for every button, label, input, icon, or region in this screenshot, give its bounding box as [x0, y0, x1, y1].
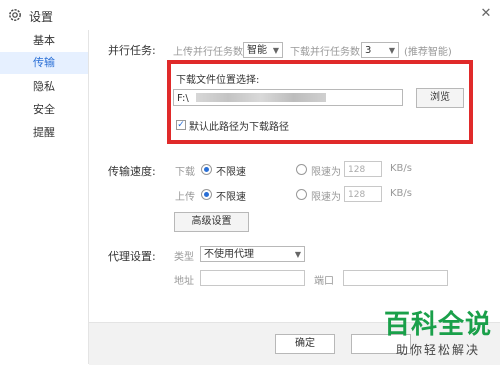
title-bar: 设置 ✕: [0, 0, 500, 30]
chevron-down-icon: ▼: [388, 46, 395, 55]
download-unlimited-label: 不限速: [216, 167, 246, 178]
sidebar-item-reminder[interactable]: 提醒: [0, 122, 88, 144]
sidebar-item-basic[interactable]: 基本: [0, 30, 88, 52]
download-location-label: 下载文件位置选择:: [176, 75, 260, 86]
browse-button[interactable]: 浏览: [416, 88, 464, 108]
default-path-label: 默认此路径为下载路径: [189, 122, 289, 133]
proxy-type-select[interactable]: 不使用代理 ▼: [200, 246, 305, 262]
parallel-section-label: 并行任务:: [108, 44, 156, 57]
proxy-section-label: 代理设置:: [108, 250, 156, 263]
proxy-port-label: 端口: [314, 276, 334, 287]
upload-unlimited-radio[interactable]: [201, 189, 212, 200]
chevron-down-icon: ▼: [272, 46, 279, 55]
download-parallel-label: 下载并行任务数: [290, 47, 360, 58]
close-icon[interactable]: ✕: [476, 4, 496, 24]
proxy-address-label: 地址: [174, 276, 194, 287]
window-title: 设置: [29, 10, 54, 24]
watermark-subtitle: 助你轻松解决: [395, 343, 480, 357]
redacted-path-blur: [196, 93, 326, 102]
advanced-settings-button[interactable]: 高级设置: [174, 212, 249, 232]
download-limit-label: 限速为: [311, 167, 341, 178]
settings-gear-icon: [9, 9, 21, 21]
upload-parallel-select[interactable]: 智能 ▼: [243, 42, 283, 58]
download-parallel-value: 3: [365, 45, 372, 56]
download-limit-input[interactable]: 128: [344, 161, 382, 177]
download-speed-label: 下载: [175, 167, 195, 178]
upload-unlimited-label: 不限速: [216, 192, 246, 203]
proxy-type-value: 不使用代理: [204, 249, 254, 260]
upload-limit-label: 限速为: [311, 192, 341, 203]
recommend-hint: (推荐智能): [404, 47, 452, 58]
default-path-checkbox[interactable]: ✓: [176, 120, 186, 130]
upload-speed-label: 上传: [175, 192, 195, 203]
upload-limit-radio[interactable]: [296, 189, 307, 200]
proxy-type-label: 类型: [174, 252, 194, 263]
proxy-address-input[interactable]: [200, 270, 305, 286]
download-path-value: F:\: [177, 93, 189, 104]
download-parallel-select[interactable]: 3 ▼: [361, 42, 399, 58]
upload-limit-input[interactable]: 128: [344, 186, 382, 202]
sidebar-item-security[interactable]: 安全: [0, 99, 88, 121]
sidebar-item-privacy[interactable]: 隐私: [0, 76, 88, 98]
chevron-down-icon: ▼: [294, 250, 301, 259]
download-unlimited-radio[interactable]: [201, 164, 212, 175]
download-path-input[interactable]: F:\: [173, 89, 403, 106]
sidebar: 基本 传输 隐私 安全 提醒: [0, 30, 89, 364]
watermark-logo: 百科全说: [383, 310, 492, 340]
proxy-port-input[interactable]: [343, 270, 448, 286]
ok-button[interactable]: 确定: [275, 334, 335, 354]
download-limit-radio[interactable]: [296, 164, 307, 175]
speed-section-label: 传输速度:: [108, 165, 156, 178]
sidebar-item-transfer[interactable]: 传输: [0, 52, 88, 74]
watermark: 百科全说 助你轻松解决: [384, 304, 492, 358]
upload-unit-label: KB/s: [390, 188, 412, 199]
upload-parallel-label: 上传并行任务数: [173, 47, 243, 58]
upload-parallel-value: 智能: [247, 45, 267, 56]
download-unit-label: KB/s: [390, 163, 412, 174]
